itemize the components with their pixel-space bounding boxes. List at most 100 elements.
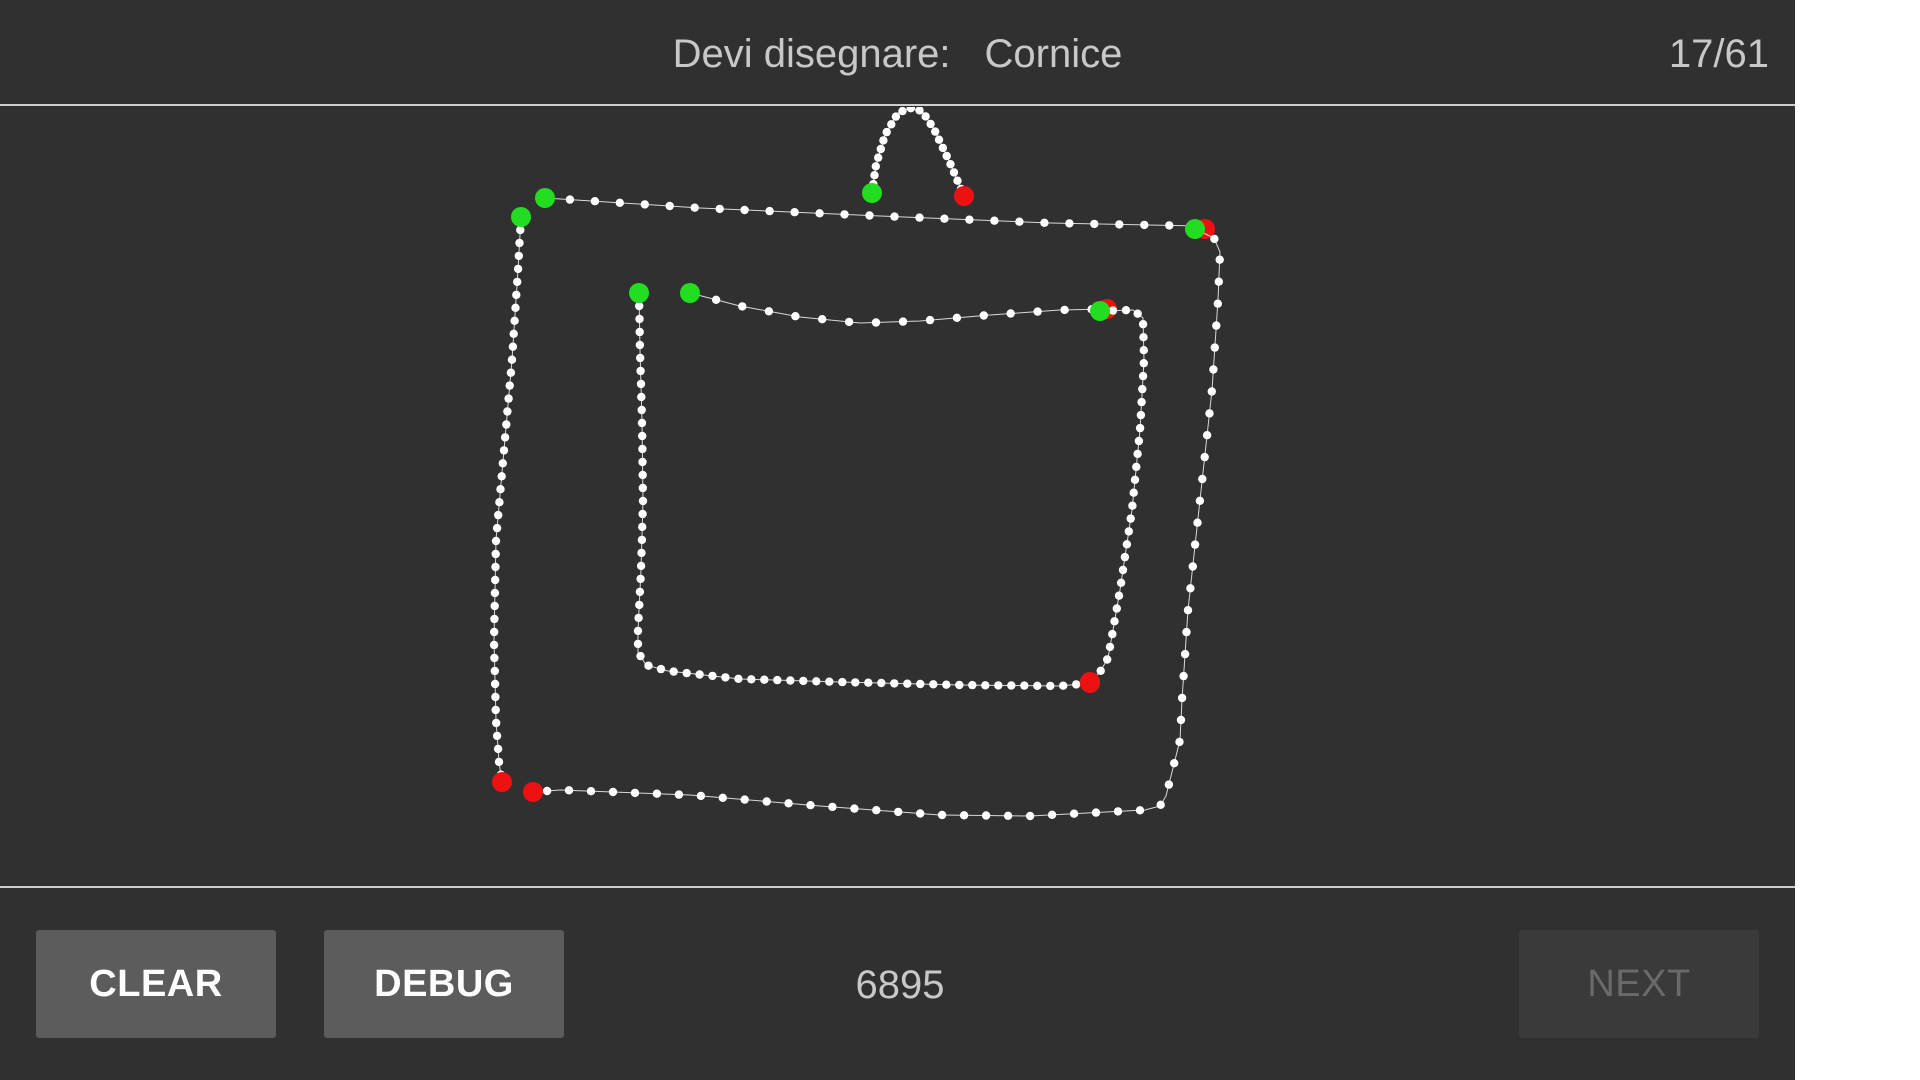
stroke-point bbox=[1015, 217, 1024, 226]
stroke-point bbox=[1124, 527, 1134, 536]
stroke-point bbox=[865, 211, 874, 220]
green-dot-icon bbox=[1185, 219, 1205, 239]
green-dot-icon bbox=[862, 183, 882, 203]
stroke-point bbox=[1133, 449, 1142, 459]
stroke-point bbox=[640, 200, 649, 209]
stroke-point bbox=[825, 677, 834, 686]
stroke-point bbox=[994, 681, 1003, 690]
clear-button[interactable]: CLEAR bbox=[36, 930, 276, 1038]
stroke-point bbox=[490, 614, 499, 624]
stroke-point bbox=[1138, 384, 1147, 394]
stroke-point bbox=[1121, 306, 1131, 315]
stroke-point bbox=[916, 679, 925, 689]
stroke-point bbox=[1210, 234, 1219, 244]
stroke-point bbox=[1006, 309, 1015, 318]
stroke-point bbox=[1215, 255, 1224, 264]
stroke-point bbox=[740, 795, 749, 804]
stroke-point bbox=[940, 214, 949, 223]
stroke-point bbox=[509, 329, 518, 338]
stroke-point bbox=[870, 171, 879, 180]
stroke-point bbox=[708, 671, 717, 681]
debug-button[interactable]: DEBUG bbox=[324, 930, 564, 1038]
stroke-point bbox=[949, 168, 959, 177]
stroke-point bbox=[872, 806, 881, 815]
stroke-point bbox=[979, 311, 988, 320]
stroke-point bbox=[506, 368, 516, 377]
stroke-point bbox=[1122, 540, 1132, 549]
stroke-point bbox=[564, 786, 574, 795]
stroke-point bbox=[747, 675, 756, 684]
stroke-point bbox=[764, 307, 774, 316]
stroke-point bbox=[1200, 452, 1209, 462]
stroke-point bbox=[890, 679, 899, 688]
stroke-point bbox=[513, 277, 522, 287]
stroke-point bbox=[633, 626, 643, 636]
stroke-point bbox=[637, 418, 647, 428]
stroke-point bbox=[586, 787, 596, 796]
stroke-point bbox=[494, 757, 504, 767]
stroke-point bbox=[925, 315, 935, 325]
stroke-point bbox=[926, 119, 935, 129]
stroke-point bbox=[1096, 666, 1105, 675]
stroke-point bbox=[1130, 475, 1140, 484]
stroke-point bbox=[637, 392, 646, 402]
stroke-point bbox=[812, 677, 821, 686]
stroke-point bbox=[953, 176, 962, 185]
stroke-point bbox=[1108, 629, 1117, 639]
stroke-point bbox=[876, 144, 885, 154]
stroke-point bbox=[636, 574, 645, 584]
stroke-point bbox=[1110, 617, 1119, 626]
next-button[interactable]: NEXT bbox=[1519, 930, 1759, 1038]
stroke-point bbox=[494, 510, 503, 520]
stroke-point bbox=[1179, 671, 1188, 681]
stroke-point bbox=[906, 107, 915, 113]
stroke-point bbox=[491, 549, 500, 559]
stroke-point bbox=[740, 205, 749, 215]
stroke-point bbox=[1069, 809, 1079, 818]
stroke-point bbox=[879, 136, 888, 145]
top-divider bbox=[0, 104, 1795, 106]
stroke-point bbox=[894, 807, 903, 817]
stroke-point bbox=[931, 127, 940, 136]
stroke-point bbox=[635, 340, 645, 350]
stroke-point bbox=[665, 201, 674, 211]
stroke-point bbox=[850, 804, 859, 813]
stroke-point bbox=[1129, 488, 1138, 497]
stroke-point bbox=[765, 206, 774, 216]
stroke-point bbox=[489, 640, 499, 650]
stroke-point bbox=[1033, 307, 1042, 316]
stroke-point bbox=[760, 675, 769, 684]
stroke-point bbox=[495, 498, 504, 507]
stroke-point bbox=[915, 213, 924, 222]
stroke-point bbox=[514, 251, 523, 261]
stroke-point bbox=[1180, 649, 1190, 659]
stroke-line bbox=[637, 292, 1091, 687]
green-dot-icon bbox=[535, 188, 555, 208]
stroke-point bbox=[590, 197, 600, 206]
stroke-point bbox=[636, 561, 646, 571]
stroke-point bbox=[636, 379, 646, 389]
stroke-point bbox=[490, 601, 499, 611]
stroke-point bbox=[491, 536, 501, 546]
stroke-point bbox=[981, 681, 990, 690]
stroke-point bbox=[1139, 359, 1149, 368]
stroke-point bbox=[638, 496, 648, 506]
stroke-point bbox=[1137, 397, 1146, 407]
stroke-point bbox=[990, 216, 999, 225]
score-value: 6895 bbox=[855, 963, 945, 1007]
stroke-point bbox=[1210, 343, 1220, 352]
target-word: Cornice bbox=[984, 32, 1123, 76]
stroke-point bbox=[898, 107, 907, 116]
stroke-point bbox=[505, 381, 514, 390]
stroke-point bbox=[491, 705, 500, 715]
green-dot-icon bbox=[1090, 301, 1110, 321]
stroke-point bbox=[615, 198, 624, 207]
stroke-point bbox=[1112, 604, 1122, 613]
drawing-canvas[interactable] bbox=[0, 107, 1795, 886]
stroke-point bbox=[1103, 655, 1112, 664]
stroke-point bbox=[786, 676, 795, 685]
drawing-app: Devi disegnare: Cornice 17/61 CLEAR DEBUG… bbox=[0, 0, 1795, 1080]
stroke-point bbox=[934, 135, 944, 144]
stroke-point bbox=[1072, 680, 1081, 689]
stroke-point bbox=[635, 301, 644, 311]
